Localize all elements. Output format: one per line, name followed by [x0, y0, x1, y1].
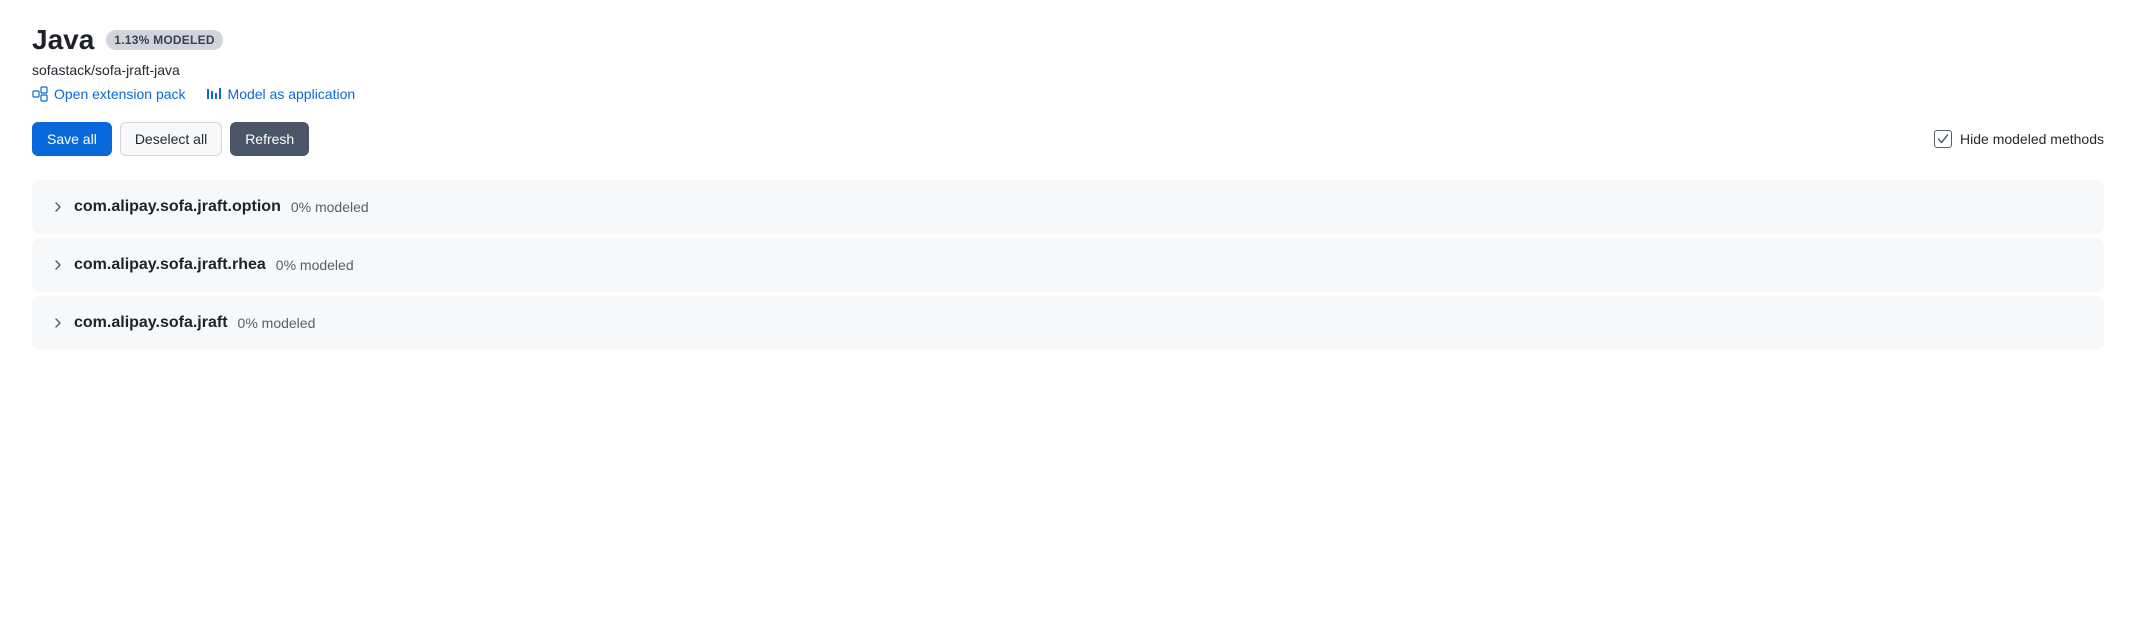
- package-list: com.alipay.sofa.jraft.option 0% modeled …: [32, 180, 2104, 350]
- package-row[interactable]: com.alipay.sofa.jraft.option 0% modeled: [32, 180, 2104, 234]
- chevron-right-icon: [52, 317, 64, 329]
- save-all-button[interactable]: Save all: [32, 122, 112, 156]
- header-section: Java 1.13% MODELED sofastack/sofa-jraft-…: [32, 24, 2104, 102]
- repo-path: sofastack/sofa-jraft-java: [32, 62, 2104, 78]
- refresh-button[interactable]: Refresh: [230, 122, 309, 156]
- toolbar-right: Hide modeled methods: [1934, 130, 2104, 148]
- package-modeled-1: 0% modeled: [276, 257, 354, 273]
- package-modeled-2: 0% modeled: [238, 315, 316, 331]
- open-extension-pack-link[interactable]: Open extension pack: [32, 86, 186, 102]
- page-title: Java: [32, 24, 94, 56]
- toolbar-left: Save all Deselect all Refresh: [32, 122, 309, 156]
- package-row[interactable]: com.alipay.sofa.jraft 0% modeled: [32, 296, 2104, 350]
- package-name-2: com.alipay.sofa.jraft: [74, 314, 228, 332]
- toolbar-row: Save all Deselect all Refresh Hide model…: [32, 122, 2104, 156]
- model-as-application-link[interactable]: Model as application: [206, 86, 356, 102]
- model-as-application-label: Model as application: [228, 86, 356, 102]
- package-row[interactable]: com.alipay.sofa.jraft.rhea 0% modeled: [32, 238, 2104, 292]
- chevron-right-icon: [52, 201, 64, 213]
- package-modeled-0: 0% modeled: [291, 199, 369, 215]
- package-name-0: com.alipay.sofa.jraft.option: [74, 198, 281, 216]
- hide-modeled-label: Hide modeled methods: [1960, 131, 2104, 147]
- package-name-1: com.alipay.sofa.jraft.rhea: [74, 256, 266, 274]
- hide-modeled-checkbox[interactable]: [1934, 130, 1952, 148]
- deselect-all-button[interactable]: Deselect all: [120, 122, 222, 156]
- title-row: Java 1.13% MODELED: [32, 24, 2104, 56]
- links-row: Open extension pack Model as application: [32, 86, 2104, 102]
- modeled-badge: 1.13% MODELED: [106, 30, 222, 50]
- open-extension-pack-label: Open extension pack: [54, 86, 186, 102]
- model-icon: [206, 86, 222, 102]
- extension-pack-icon: [32, 86, 48, 102]
- hide-modeled-checkbox-wrapper[interactable]: Hide modeled methods: [1934, 130, 2104, 148]
- chevron-right-icon: [52, 259, 64, 271]
